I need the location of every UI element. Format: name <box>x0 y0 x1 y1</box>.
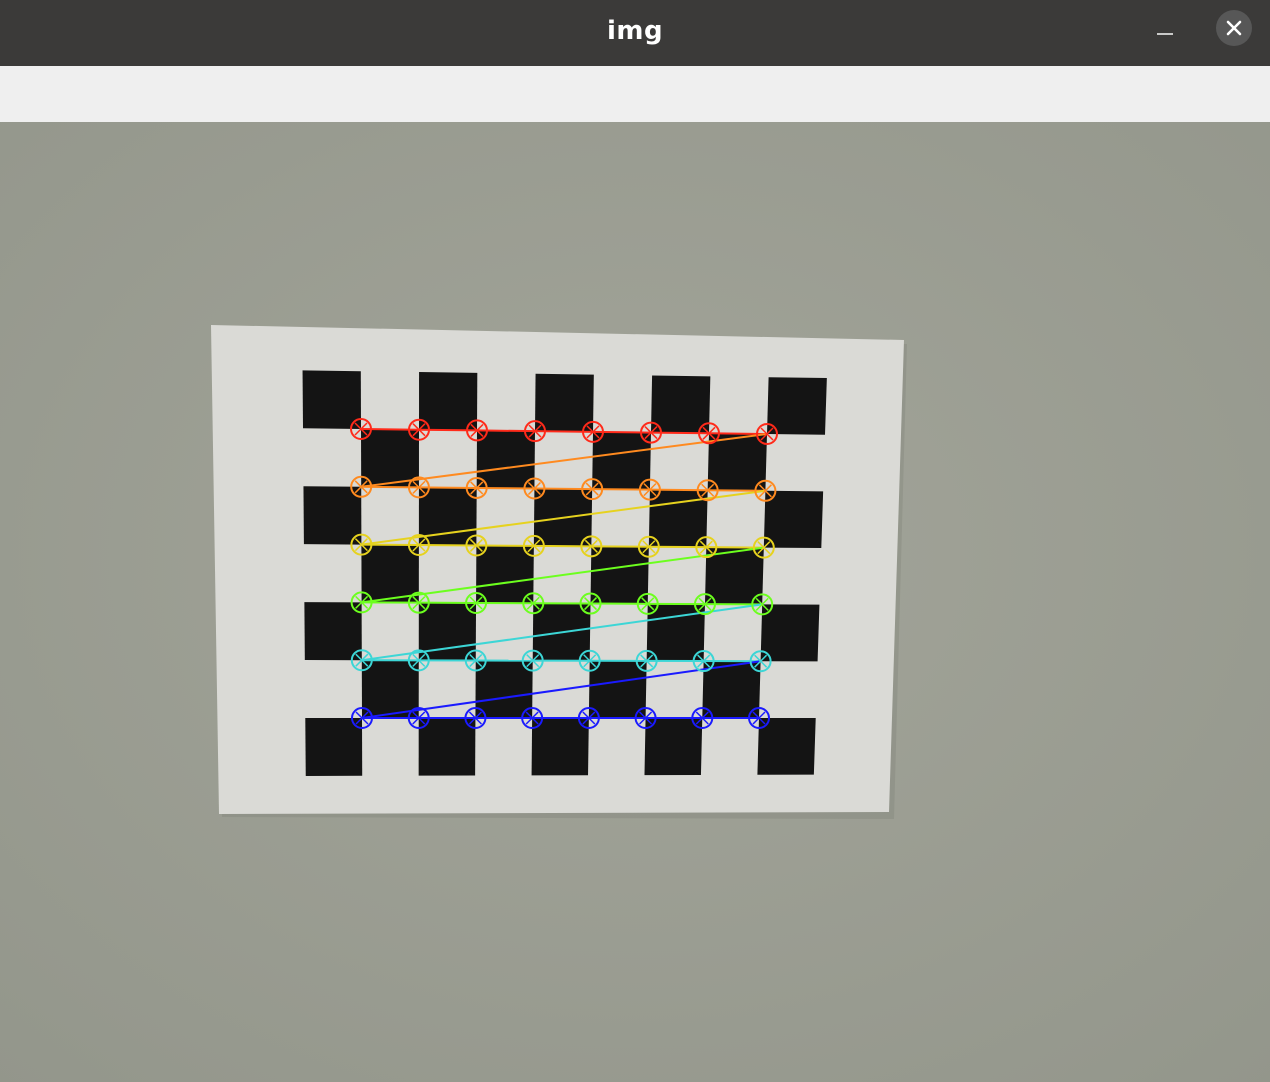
chessboard-square <box>361 544 419 603</box>
corner-row-line <box>361 485 419 489</box>
chessboard-square <box>419 372 478 431</box>
chessboard-square <box>535 373 594 432</box>
minimize-button[interactable] <box>1148 14 1182 48</box>
toolbar <box>0 66 1270 122</box>
window-title: img <box>606 16 664 46</box>
chessboard-square <box>531 718 589 776</box>
corner-row-line <box>592 488 650 491</box>
chessboard-square <box>304 602 362 661</box>
chessboard-square <box>361 660 419 718</box>
chessboard-square <box>590 546 649 604</box>
chessboard-square <box>644 718 703 776</box>
corner-row-line <box>418 428 478 432</box>
chessboard-square <box>760 604 820 662</box>
chessboard-square <box>303 486 362 545</box>
image-window: img <box>0 0 1270 1082</box>
chessboard-square <box>648 489 708 548</box>
chessboard-square <box>302 370 361 429</box>
corner-row-line <box>360 428 420 431</box>
corner-row-line <box>707 489 766 492</box>
calibration-image <box>0 122 1270 1082</box>
chessboard-square <box>475 660 533 718</box>
chessboard-square <box>476 545 534 604</box>
minimize-icon <box>1157 33 1173 35</box>
chessboard-square <box>476 430 535 489</box>
corner-row-line <box>708 432 768 435</box>
chessboard-square <box>651 375 711 434</box>
chessboard-square <box>646 603 705 662</box>
title-bar[interactable]: img <box>0 0 1270 66</box>
chessboard-square <box>361 429 419 488</box>
corner-row-line <box>418 486 477 489</box>
chessboard-square <box>418 718 476 776</box>
corner-row-line <box>650 431 710 435</box>
chessboard-square <box>704 547 764 605</box>
close-icon <box>1226 20 1242 36</box>
corner-row-line <box>534 430 594 433</box>
corner-row-line <box>649 488 708 492</box>
chessboard-square <box>305 718 363 776</box>
chessboard-square <box>588 660 647 718</box>
corner-row-line <box>592 430 652 434</box>
chessboard-square <box>707 433 767 491</box>
chessboard-square <box>767 377 827 435</box>
image-view <box>0 122 1270 1082</box>
close-button[interactable] <box>1216 10 1252 46</box>
corner-row-line <box>476 486 535 490</box>
corner-row-line <box>476 429 536 433</box>
chessboard-square <box>702 661 761 718</box>
chessboard-square <box>757 718 816 775</box>
corner-row-line <box>534 487 593 491</box>
chessboard-square <box>763 490 824 549</box>
chessboard-square <box>592 431 651 490</box>
